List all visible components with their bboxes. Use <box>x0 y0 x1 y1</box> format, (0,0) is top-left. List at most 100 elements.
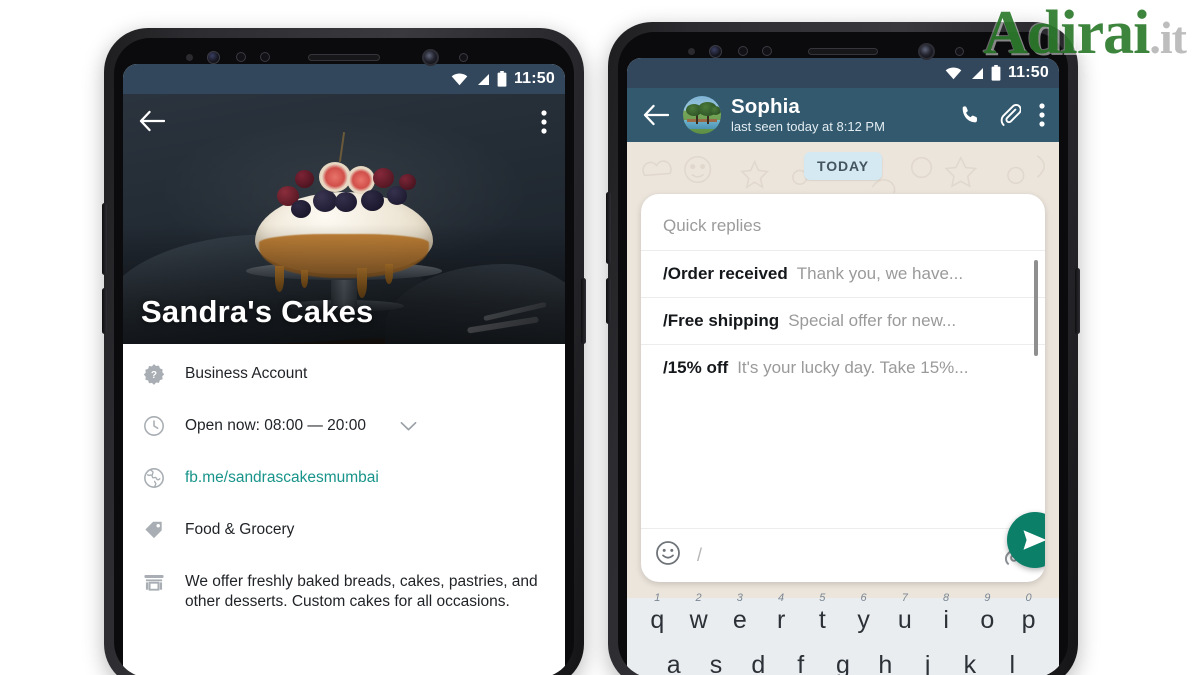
key-l[interactable]: l <box>996 653 1029 675</box>
quick-reply-item[interactable]: /Order received Thank you, we have... <box>641 250 1045 297</box>
signal-icon <box>971 67 983 79</box>
quick-replies-scrollbar[interactable] <box>1034 260 1038 356</box>
quick-reply-item[interactable]: /15% off It's your lucky day. Take 15%..… <box>641 344 1045 391</box>
battery-icon <box>991 65 1001 81</box>
volume-button-right[interactable] <box>606 192 611 264</box>
key-o[interactable]: 9o <box>969 593 1006 633</box>
storefront-icon <box>141 570 167 593</box>
key-j[interactable]: j <box>911 653 944 675</box>
chat-conversation-area: TODAY Quick replies /Order received Than… <box>627 142 1059 598</box>
volume-button-left[interactable] <box>102 203 107 275</box>
left-phone-bezel: 11:50 Sandra's Cakes ? Business Account … <box>114 38 574 675</box>
key-g[interactable]: g <box>826 653 859 675</box>
secondary-camera-icon <box>918 42 935 60</box>
key-t[interactable]: 5t <box>804 593 841 634</box>
quick-replies-title: Quick replies <box>663 216 762 235</box>
overflow-menu-button[interactable] <box>541 110 547 139</box>
chat-overflow-menu-button[interactable] <box>1035 103 1049 127</box>
chat-back-button[interactable] <box>639 104 673 126</box>
proximity-sensor-icon <box>688 47 695 55</box>
key-p-number: 0 <box>1025 592 1032 604</box>
back-button[interactable] <box>139 110 166 137</box>
message-input-field[interactable]: / <box>693 545 991 566</box>
svg-text:?: ? <box>151 370 157 381</box>
key-w-number: 2 <box>695 592 702 604</box>
key-u[interactable]: 7u <box>887 593 924 634</box>
paperclip-icon <box>1000 104 1021 126</box>
left-phone-device: 11:50 Sandra's Cakes ? Business Account … <box>102 28 586 675</box>
quick-reply-preview: Thank you, we have... <box>796 264 964 283</box>
left-status-time: 11:50 <box>513 70 555 87</box>
right-phone-screen: 11:50 Sophia last seen today at 8:12 PM … <box>627 58 1059 675</box>
business-name: Sandra's Cakes <box>141 294 374 329</box>
key-f[interactable]: f <box>784 653 817 675</box>
info-text-hours: Open now: 08:00 — 20:00 <box>185 417 366 434</box>
power-button-left[interactable] <box>581 278 586 344</box>
key-y-number: 6 <box>860 592 867 604</box>
key-s[interactable]: s <box>699 653 732 675</box>
key-d[interactable]: d <box>742 653 775 675</box>
left-phone-sensor-strip <box>114 48 574 66</box>
verified-badge-icon: ? <box>141 362 167 385</box>
voice-call-button[interactable] <box>955 104 985 126</box>
key-i-letter: i <box>943 606 949 634</box>
key-r-number: 4 <box>778 592 785 604</box>
key-a[interactable]: a <box>657 653 690 675</box>
quick-reply-item[interactable]: /Free shipping Special offer for new... <box>641 297 1045 344</box>
info-row-business-account[interactable]: ? Business Account <box>123 350 565 402</box>
key-e[interactable]: 3e <box>722 593 759 634</box>
key-k[interactable]: k <box>953 653 986 675</box>
keyboard-row-2: a s d f g h j k l <box>635 653 1051 675</box>
key-e-number: 3 <box>736 592 743 604</box>
key-t-letter: t <box>818 606 826 634</box>
business-cover-photo: Sandra's Cakes <box>123 94 565 344</box>
key-y-letter: y <box>857 606 870 634</box>
quick-reply-preview: Special offer for new... <box>788 311 957 330</box>
date-divider-badge: TODAY <box>804 152 882 180</box>
chat-contact-status: last seen today at 8:12 PM <box>731 118 885 134</box>
info-text-business-account: Business Account <box>185 365 308 382</box>
key-h[interactable]: h <box>869 653 902 675</box>
bixby-button-right[interactable] <box>606 278 611 324</box>
info-text-website-link[interactable]: fb.me/sandrascakesmumbai <box>185 466 379 488</box>
cover-cloth-secondary <box>385 264 565 344</box>
key-t-number: 5 <box>819 592 826 604</box>
expand-hours-button[interactable] <box>400 419 417 437</box>
key-e-letter: e <box>732 606 747 634</box>
secondary-camera-icon <box>422 48 439 66</box>
chat-contact-name: Sophia <box>731 94 800 118</box>
proximity-sensor-icon <box>186 53 193 61</box>
quick-replies-panel: Quick replies /Order received Thank you,… <box>641 194 1045 582</box>
info-row-website[interactable]: fb.me/sandrascakesmumbai <box>123 454 565 506</box>
key-w[interactable]: 2w <box>680 593 717 633</box>
watermark-tld: .it <box>1149 12 1187 63</box>
info-text-category: Food & Grocery <box>185 521 295 538</box>
chat-contact-info[interactable]: Sophia last seen today at 8:12 PM <box>731 94 945 135</box>
info-row-hours[interactable]: Open now: 08:00 — 20:00 <box>123 402 565 454</box>
right-phone-bezel: 11:50 Sophia last seen today at 8:12 PM … <box>618 32 1068 675</box>
key-r-letter: r <box>776 606 786 634</box>
on-screen-keyboard: 1q 2w 3e 4r 5t 6y 7u 8i 9o 0p a s d f g … <box>627 593 1059 675</box>
key-i[interactable]: 8i <box>928 593 965 634</box>
right-status-time: 11:50 <box>1007 64 1049 81</box>
overflow-menu-icon <box>541 110 547 134</box>
chat-attach-button[interactable] <box>995 103 1025 127</box>
tag-icon <box>141 518 167 541</box>
bixby-button-left[interactable] <box>102 288 107 334</box>
key-q-number: 1 <box>654 592 661 604</box>
info-row-category[interactable]: Food & Grocery <box>123 506 565 558</box>
key-p[interactable]: 0p <box>1010 593 1047 633</box>
key-u-letter: u <box>897 606 912 634</box>
iris-sensor-icon <box>260 52 270 62</box>
light-sensor-icon <box>738 46 748 56</box>
emoji-button[interactable] <box>655 540 681 571</box>
key-o-number: 9 <box>984 592 991 604</box>
key-r[interactable]: 4r <box>763 593 800 634</box>
front-camera-icon <box>207 50 220 64</box>
key-y[interactable]: 6y <box>845 593 882 634</box>
contact-avatar[interactable] <box>683 96 721 134</box>
power-button-right[interactable] <box>1075 268 1080 334</box>
ir-sensor-icon <box>459 52 468 62</box>
screenshot-root: Adirai.it 11:50 Sandra's Cakes ? Busines… <box>0 0 1200 675</box>
key-q[interactable]: 1q <box>639 593 676 633</box>
